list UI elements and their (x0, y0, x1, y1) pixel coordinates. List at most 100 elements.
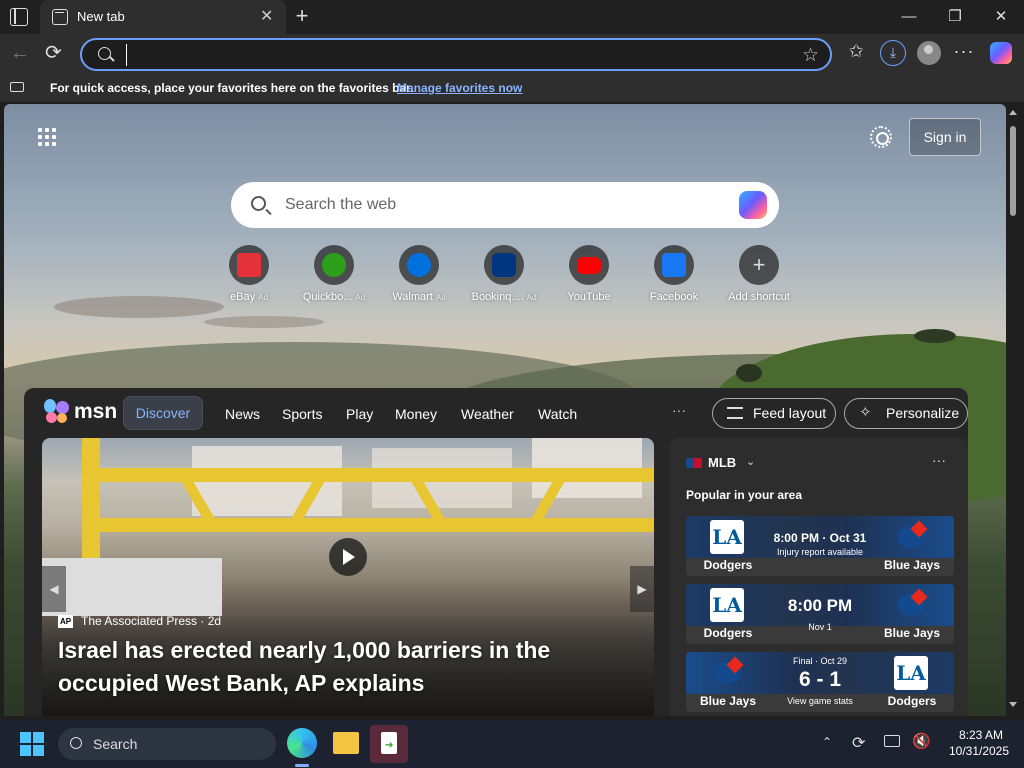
game-score: 6 - 1 (798, 668, 842, 691)
add-favorite-star-icon[interactable]: ☆ (802, 44, 819, 67)
shortcut-ebay[interactable]: eBay Ad (207, 245, 291, 303)
shortcut-logo (322, 253, 346, 277)
clock-time[interactable]: 8:23 AM (950, 728, 1012, 742)
shortcut-booking[interactable]: Bookinq.... Ad (462, 245, 546, 303)
scrollbar-thumb[interactable] (1010, 126, 1016, 216)
msn-feed-panel: msn Discover News Sports Play Money Weat… (24, 388, 968, 716)
game-row[interactable]: LA Dodgers Blue Jays 8:00 PM · Oct 31 In… (686, 516, 954, 576)
minimize-button[interactable]: — (886, 4, 932, 30)
hero-image-gate-bar (100, 518, 654, 532)
address-input[interactable] (126, 44, 776, 66)
tab-actions-icon[interactable] (10, 8, 28, 26)
shortcut-label: YouTube (567, 291, 611, 303)
tab-watch[interactable]: Watch (538, 406, 577, 422)
back-arrow-icon[interactable]: ← (10, 42, 30, 65)
web-search-box[interactable] (231, 182, 779, 228)
ebay-icon (229, 245, 269, 285)
shortcut-logo (492, 253, 516, 277)
copilot-icon[interactable] (739, 191, 767, 219)
web-search-input[interactable] (285, 194, 725, 216)
blue-jays-logo-icon (894, 588, 928, 622)
clock-date[interactable]: 10/31/2025 (944, 744, 1014, 758)
edge-app-indicator (295, 764, 309, 767)
profile-avatar-icon[interactable] (917, 41, 941, 65)
next-arrow-icon[interactable]: ▶ (630, 566, 654, 612)
shortcut-quickbooks[interactable]: Quickbo... Ad (292, 245, 376, 303)
game-stats-link[interactable]: View game stats (766, 696, 874, 706)
background-tree (736, 364, 762, 382)
shortcut-logo (407, 253, 431, 277)
game-time: 8:00 PM · Oct 31 (773, 531, 867, 545)
page-scrollbar[interactable] (1006, 104, 1020, 716)
feed-layout-button[interactable]: Feed layout (712, 398, 836, 429)
tab-sports[interactable]: Sports (282, 406, 322, 422)
team-name: Blue Jays (883, 626, 941, 640)
play-video-icon[interactable] (329, 538, 367, 576)
background-tree (914, 329, 956, 343)
game-note: Injury report available (776, 547, 864, 557)
display-icon[interactable] (884, 735, 900, 747)
search-icon (251, 196, 266, 211)
shortcut-walmart[interactable]: Walmart Ad (377, 245, 461, 303)
shortcut-label: Facebook (649, 291, 699, 303)
edge-app-icon[interactable] (287, 728, 317, 758)
hero-image-gate-post (82, 438, 100, 558)
notepad-app-icon[interactable]: ➔ (370, 725, 408, 763)
taskbar-search-label: Search (93, 736, 138, 752)
shortcut-label: Add shortcut (728, 291, 790, 303)
shortcut-label: Walmart Ad (392, 291, 446, 303)
tray-chevron-up-icon[interactable]: ⌃ (822, 735, 832, 749)
downloads-icon[interactable]: ⤓ (880, 40, 906, 66)
new-tab-button[interactable]: + (290, 3, 314, 29)
maximize-button[interactable]: ❐ (932, 4, 978, 30)
msn-brand: msn (74, 400, 118, 423)
manage-favorites-link[interactable]: Manage favorites now (397, 81, 522, 95)
personalize-label: Personalize (886, 405, 960, 421)
favorites-icon[interactable]: ✩ (844, 41, 868, 62)
copilot-icon[interactable] (990, 42, 1012, 64)
game-time: 8:00 PM (787, 596, 853, 615)
shortcut-youtube[interactable]: YouTube (547, 245, 631, 303)
taskbar-search-box[interactable]: Search (58, 728, 276, 760)
card-more-icon[interactable]: ··· (932, 452, 946, 468)
address-bar[interactable]: ☆ (80, 38, 832, 71)
close-button[interactable]: ✕ (978, 4, 1024, 30)
add-shortcut-button[interactable]: + Add shortcut (717, 245, 801, 303)
tab-money[interactable]: Money (395, 406, 437, 422)
scroll-up-arrow-icon[interactable] (1009, 110, 1017, 115)
refresh-icon[interactable]: ⟳ (45, 40, 62, 65)
tab-news[interactable]: News (225, 406, 260, 422)
shortcut-label: Quickbo... Ad (302, 291, 366, 303)
more-tabs-icon[interactable]: ··· (672, 402, 686, 418)
start-windows-icon[interactable] (20, 732, 44, 756)
previous-arrow-icon[interactable]: ◀ (42, 566, 66, 612)
tab-close-icon[interactable]: ✕ (260, 6, 273, 26)
personalize-button[interactable]: ✧ Personalize (844, 398, 968, 429)
background-cloud (204, 316, 324, 328)
sliders-icon (727, 407, 743, 419)
scroll-down-arrow-icon[interactable] (1009, 702, 1017, 707)
page-settings-gear-icon[interactable] (870, 126, 892, 148)
hero-image-barrier (42, 558, 222, 616)
sync-alert-icon[interactable]: ⟳ (852, 733, 865, 753)
tab-new-tab[interactable]: New tab ✕ (40, 0, 286, 34)
article-headline[interactable]: Israel has erected nearly 1,000 barriers… (58, 634, 618, 700)
chevron-down-icon[interactable]: ⌄ (746, 455, 755, 468)
league-title[interactable]: MLB (708, 455, 736, 470)
game-row[interactable]: LA Blue Jays Dodgers Final · Oct 29 6 - … (686, 652, 954, 712)
apps-grid-icon[interactable] (38, 128, 58, 148)
tab-discover[interactable]: Discover (123, 396, 203, 430)
tab-weather[interactable]: Weather (461, 406, 514, 422)
speaker-muted-icon[interactable]: 🔇 (912, 732, 931, 750)
tab-play[interactable]: Play (346, 406, 373, 422)
game-row[interactable]: LA Dodgers Blue Jays 8:00 PM Nov 1 (686, 584, 954, 644)
quickbooks-icon (314, 245, 354, 285)
favorites-hint-text: For quick access, place your favorites h… (50, 81, 414, 95)
dodgers-logo-icon: LA (710, 520, 744, 554)
settings-more-icon[interactable]: ··· (952, 41, 976, 62)
shortcut-facebook[interactable]: Facebook (632, 245, 716, 303)
hero-article-card[interactable]: ◀ ▶ AP The Associated Press · 2d Israel … (42, 438, 654, 716)
file-explorer-icon[interactable] (333, 732, 359, 754)
booking-icon (484, 245, 524, 285)
sign-in-button[interactable]: Sign in (909, 118, 981, 156)
